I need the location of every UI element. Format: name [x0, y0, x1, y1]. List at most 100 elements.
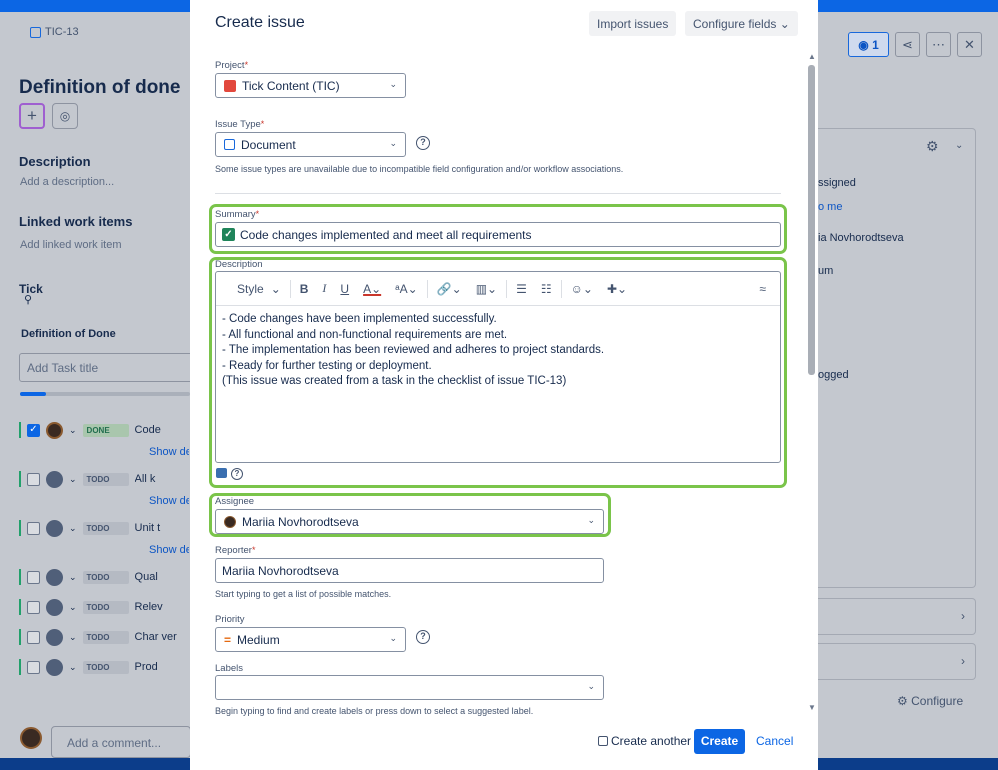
task-checkbox[interactable] — [27, 473, 40, 486]
task-row[interactable]: ⌄ TODO Unit t — [19, 517, 194, 539]
assign-to-me-link[interactable]: o me — [818, 201, 842, 213]
cancel-button[interactable]: Cancel — [756, 734, 793, 748]
link-icon[interactable]: 🔗⌄ — [430, 282, 469, 296]
configure-button[interactable]: ⚙ Configure — [897, 694, 963, 708]
task-title[interactable]: All k — [135, 473, 177, 485]
checkbox[interactable] — [598, 736, 608, 746]
summary-input[interactable]: ✓ Code changes implemented and meet all … — [215, 222, 781, 247]
chevron-down-icon[interactable]: ⌄ — [69, 474, 77, 485]
priority-select[interactable]: = Medium ⌄ — [215, 627, 406, 652]
watch-button[interactable]: ◉ 1 — [848, 32, 889, 57]
avatar[interactable] — [46, 599, 63, 616]
collapse-toolbar-icon[interactable]: ≈ — [752, 282, 773, 296]
task-row[interactable]: ✓ ⌄ DONE Code — [19, 419, 194, 441]
show-details-link[interactable]: Show de — [149, 495, 189, 507]
import-issues-button[interactable]: Import issues — [589, 11, 676, 36]
task-title[interactable]: Code — [135, 424, 177, 436]
avatar[interactable] — [46, 422, 63, 439]
comment-input[interactable]: Add a comment... — [51, 726, 191, 758]
more-formatting-icon[interactable]: ᵃA⌄ — [388, 282, 425, 296]
add-button[interactable]: + — [19, 103, 45, 129]
bullet-list-icon[interactable]: ☰ — [509, 282, 534, 296]
project-select[interactable]: Tick Content (TIC) ⌄ — [215, 73, 406, 98]
close-icon: ✕ — [964, 37, 975, 53]
more-button[interactable]: ⋯ — [926, 32, 951, 57]
reporter-input[interactable]: Mariia Novhorodtseva — [215, 558, 604, 583]
issue-type-select[interactable]: Document ⌄ — [215, 132, 406, 157]
numbered-list-icon[interactable]: ☷ — [534, 282, 559, 296]
labels-select[interactable]: ⌄ — [215, 675, 604, 700]
help-icon[interactable]: ? — [416, 630, 430, 644]
task-row[interactable]: ⌄ TODO All k — [19, 468, 194, 490]
status-badge[interactable]: TODO — [83, 661, 129, 674]
avatar[interactable] — [46, 471, 63, 488]
task-title[interactable]: Qual — [135, 571, 177, 583]
task-checkbox[interactable] — [27, 631, 40, 644]
scroll-up-arrow[interactable]: ▲ — [808, 52, 816, 61]
help-icon[interactable]: ? — [231, 468, 243, 480]
description-editor[interactable]: Style⌄ B I U A⌄ ᵃA⌄ 🔗⌄ ▥⌄ ☰ ☷ ☺⌄ ✚⌄ ≈ - … — [215, 271, 781, 463]
add-linked-work-item[interactable]: Add linked work item — [20, 239, 122, 251]
avatar[interactable] — [46, 520, 63, 537]
task-title[interactable]: Unit t — [135, 522, 177, 534]
assignee-select[interactable]: Mariia Novhorodtseva ⌄ — [215, 509, 604, 534]
task-row[interactable]: ⌄ TODO Char verificati — [19, 626, 194, 648]
show-details-link[interactable]: Show de — [149, 544, 189, 556]
chevron-down-icon[interactable]: ⌄ — [69, 523, 77, 534]
create-another-checkbox[interactable]: Create another — [598, 734, 691, 748]
italic-icon[interactable]: I — [315, 281, 333, 296]
bold-icon[interactable]: B — [293, 282, 316, 296]
text-style-dropdown[interactable]: Style⌄ — [223, 282, 288, 296]
underline-icon[interactable]: U — [333, 282, 356, 296]
chevron-down-icon[interactable]: ⌄ — [69, 662, 77, 673]
scroll-down-arrow[interactable]: ▼ — [808, 703, 816, 712]
gear-icon[interactable]: ⚙ — [926, 138, 939, 155]
status-badge[interactable]: TODO — [83, 522, 129, 535]
insert-icon[interactable]: ✚⌄ — [600, 282, 634, 296]
chevron-down-icon[interactable]: ⌄ — [69, 572, 77, 583]
status-badge[interactable]: TODO — [83, 571, 129, 584]
search-icon[interactable]: ⚲ — [24, 293, 32, 306]
share-button[interactable]: ⋖ — [895, 32, 920, 57]
avatar[interactable] — [46, 659, 63, 676]
task-row[interactable]: ⌄ TODO Qual — [19, 566, 194, 588]
status-badge[interactable]: TODO — [83, 631, 129, 644]
text-color-icon[interactable]: A⌄ — [356, 282, 388, 296]
avatar[interactable] — [46, 629, 63, 646]
task-checkbox[interactable]: ✓ — [27, 424, 40, 437]
chevron-down-icon[interactable]: ⌄ — [69, 632, 77, 643]
status-badge[interactable]: DONE — [83, 424, 129, 437]
task-title[interactable]: Relev — [135, 601, 177, 613]
task-row[interactable]: ⌄ TODO Prod — [19, 656, 194, 678]
breadcrumb[interactable]: TIC-13 — [30, 26, 79, 38]
description-body[interactable]: - Code changes have been implemented suc… — [216, 306, 780, 396]
show-details-link[interactable]: Show de — [149, 446, 189, 458]
status-badge[interactable]: TODO — [83, 601, 129, 614]
modal-scrollbar[interactable]: ▲ ▼ — [807, 55, 817, 710]
task-row[interactable]: ⌄ TODO Relev — [19, 596, 194, 618]
chevron-down-icon[interactable]: ⌄ — [69, 602, 77, 613]
task-checkbox[interactable] — [27, 522, 40, 535]
collapsed-section-2[interactable]: › — [818, 643, 976, 680]
status-badge[interactable]: TODO — [83, 473, 129, 486]
task-checkbox[interactable] — [27, 661, 40, 674]
task-title[interactable]: Prod — [135, 661, 177, 673]
table-icon[interactable]: ▥⌄ — [469, 282, 504, 296]
avatar[interactable] — [46, 569, 63, 586]
create-button[interactable]: Create — [694, 729, 745, 754]
close-button[interactable]: ✕ — [957, 32, 982, 57]
scroll-thumb[interactable] — [808, 65, 815, 375]
chevron-down-icon[interactable]: ⌄ — [69, 425, 77, 436]
task-checkbox[interactable] — [27, 601, 40, 614]
task-checkbox[interactable] — [27, 571, 40, 584]
emoji-icon[interactable]: ☺⌄ — [564, 282, 600, 296]
collapsed-section-1[interactable]: › — [818, 598, 976, 635]
configure-fields-button[interactable]: Configure fields ⌄ — [685, 11, 798, 36]
help-icon[interactable]: ? — [416, 136, 430, 150]
attachment-icon[interactable] — [216, 468, 227, 478]
task-title[interactable]: Char verificati — [135, 631, 177, 643]
chevron-down-icon[interactable]: ⌄ — [955, 140, 963, 151]
add-task-input[interactable]: Add Task title — [19, 353, 194, 382]
description-placeholder[interactable]: Add a description... — [20, 176, 114, 188]
apps-button[interactable]: ◎ — [52, 103, 78, 129]
